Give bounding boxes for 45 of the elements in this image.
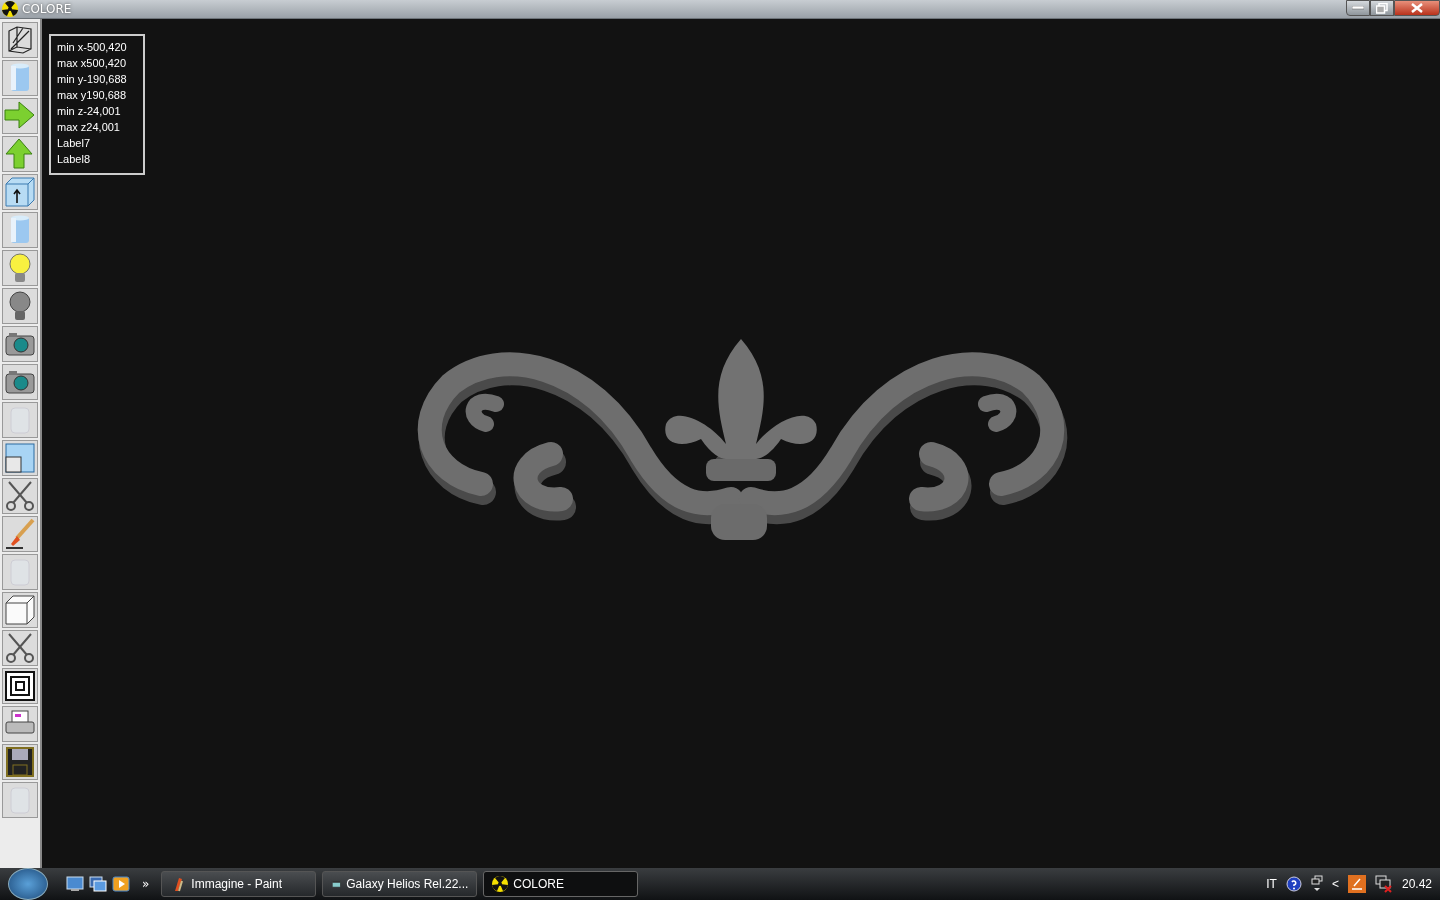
close-button[interactable] [1394,0,1440,16]
toolbar-button[interactable] [2,744,38,780]
language-indicator[interactable]: IT [1266,877,1277,891]
windows-icon[interactable] [1310,875,1323,893]
minimize-icon [1352,6,1364,10]
info-label: Label8 [57,152,92,167]
info-label: min y-190,688 [57,72,128,87]
info-label: min z-24,001 [57,104,122,119]
radiation-icon [2,1,18,17]
paintbrush-icon [3,517,37,551]
toolbar-button[interactable] [2,516,38,552]
restore-icon [1376,2,1388,14]
concentric-squares-icon [3,669,37,703]
taskbar-button[interactable]: COLORE [483,871,639,897]
window-split-icon [3,441,37,475]
info-label: min x-500,420 [57,40,128,55]
toolbar-button[interactable] [2,668,38,704]
windows-icon[interactable] [89,876,107,892]
clock[interactable]: 20.42 [1401,877,1432,891]
toolbar-button[interactable] [2,174,38,210]
network-error-icon[interactable] [1374,875,1393,893]
info-label: max y190,688 [57,88,128,103]
window-title: COLORE [22,2,72,16]
close-icon [1411,3,1423,13]
overflow-chevron[interactable]: » [142,877,150,891]
scissors-icon [3,631,37,665]
minimize-button[interactable] [1346,0,1370,16]
radiation-icon [492,876,509,892]
scissors-icon [3,479,37,513]
info-label: max z24,001 [57,120,121,135]
toolbar-button[interactable] [2,22,38,58]
taskbar-button[interactable]: Immagine - Paint [161,871,317,897]
taskbar-button[interactable]: Galaxy Helios Rel.22... [322,871,478,897]
toolbar-button[interactable] [2,326,38,362]
start-button[interactable] [8,868,48,900]
info-label: Label7 [57,136,92,151]
tray-chevron[interactable]: < [1331,877,1339,891]
help-icon[interactable] [1285,876,1302,892]
play-icon[interactable] [112,876,130,892]
toolbar-button[interactable] [2,364,38,400]
desktop-icon[interactable] [66,876,84,892]
restore-button[interactable] [1370,0,1394,16]
info-label: max x500,420 [57,56,128,71]
cube-icon [3,593,37,627]
cube-arrow-icon [3,175,37,209]
